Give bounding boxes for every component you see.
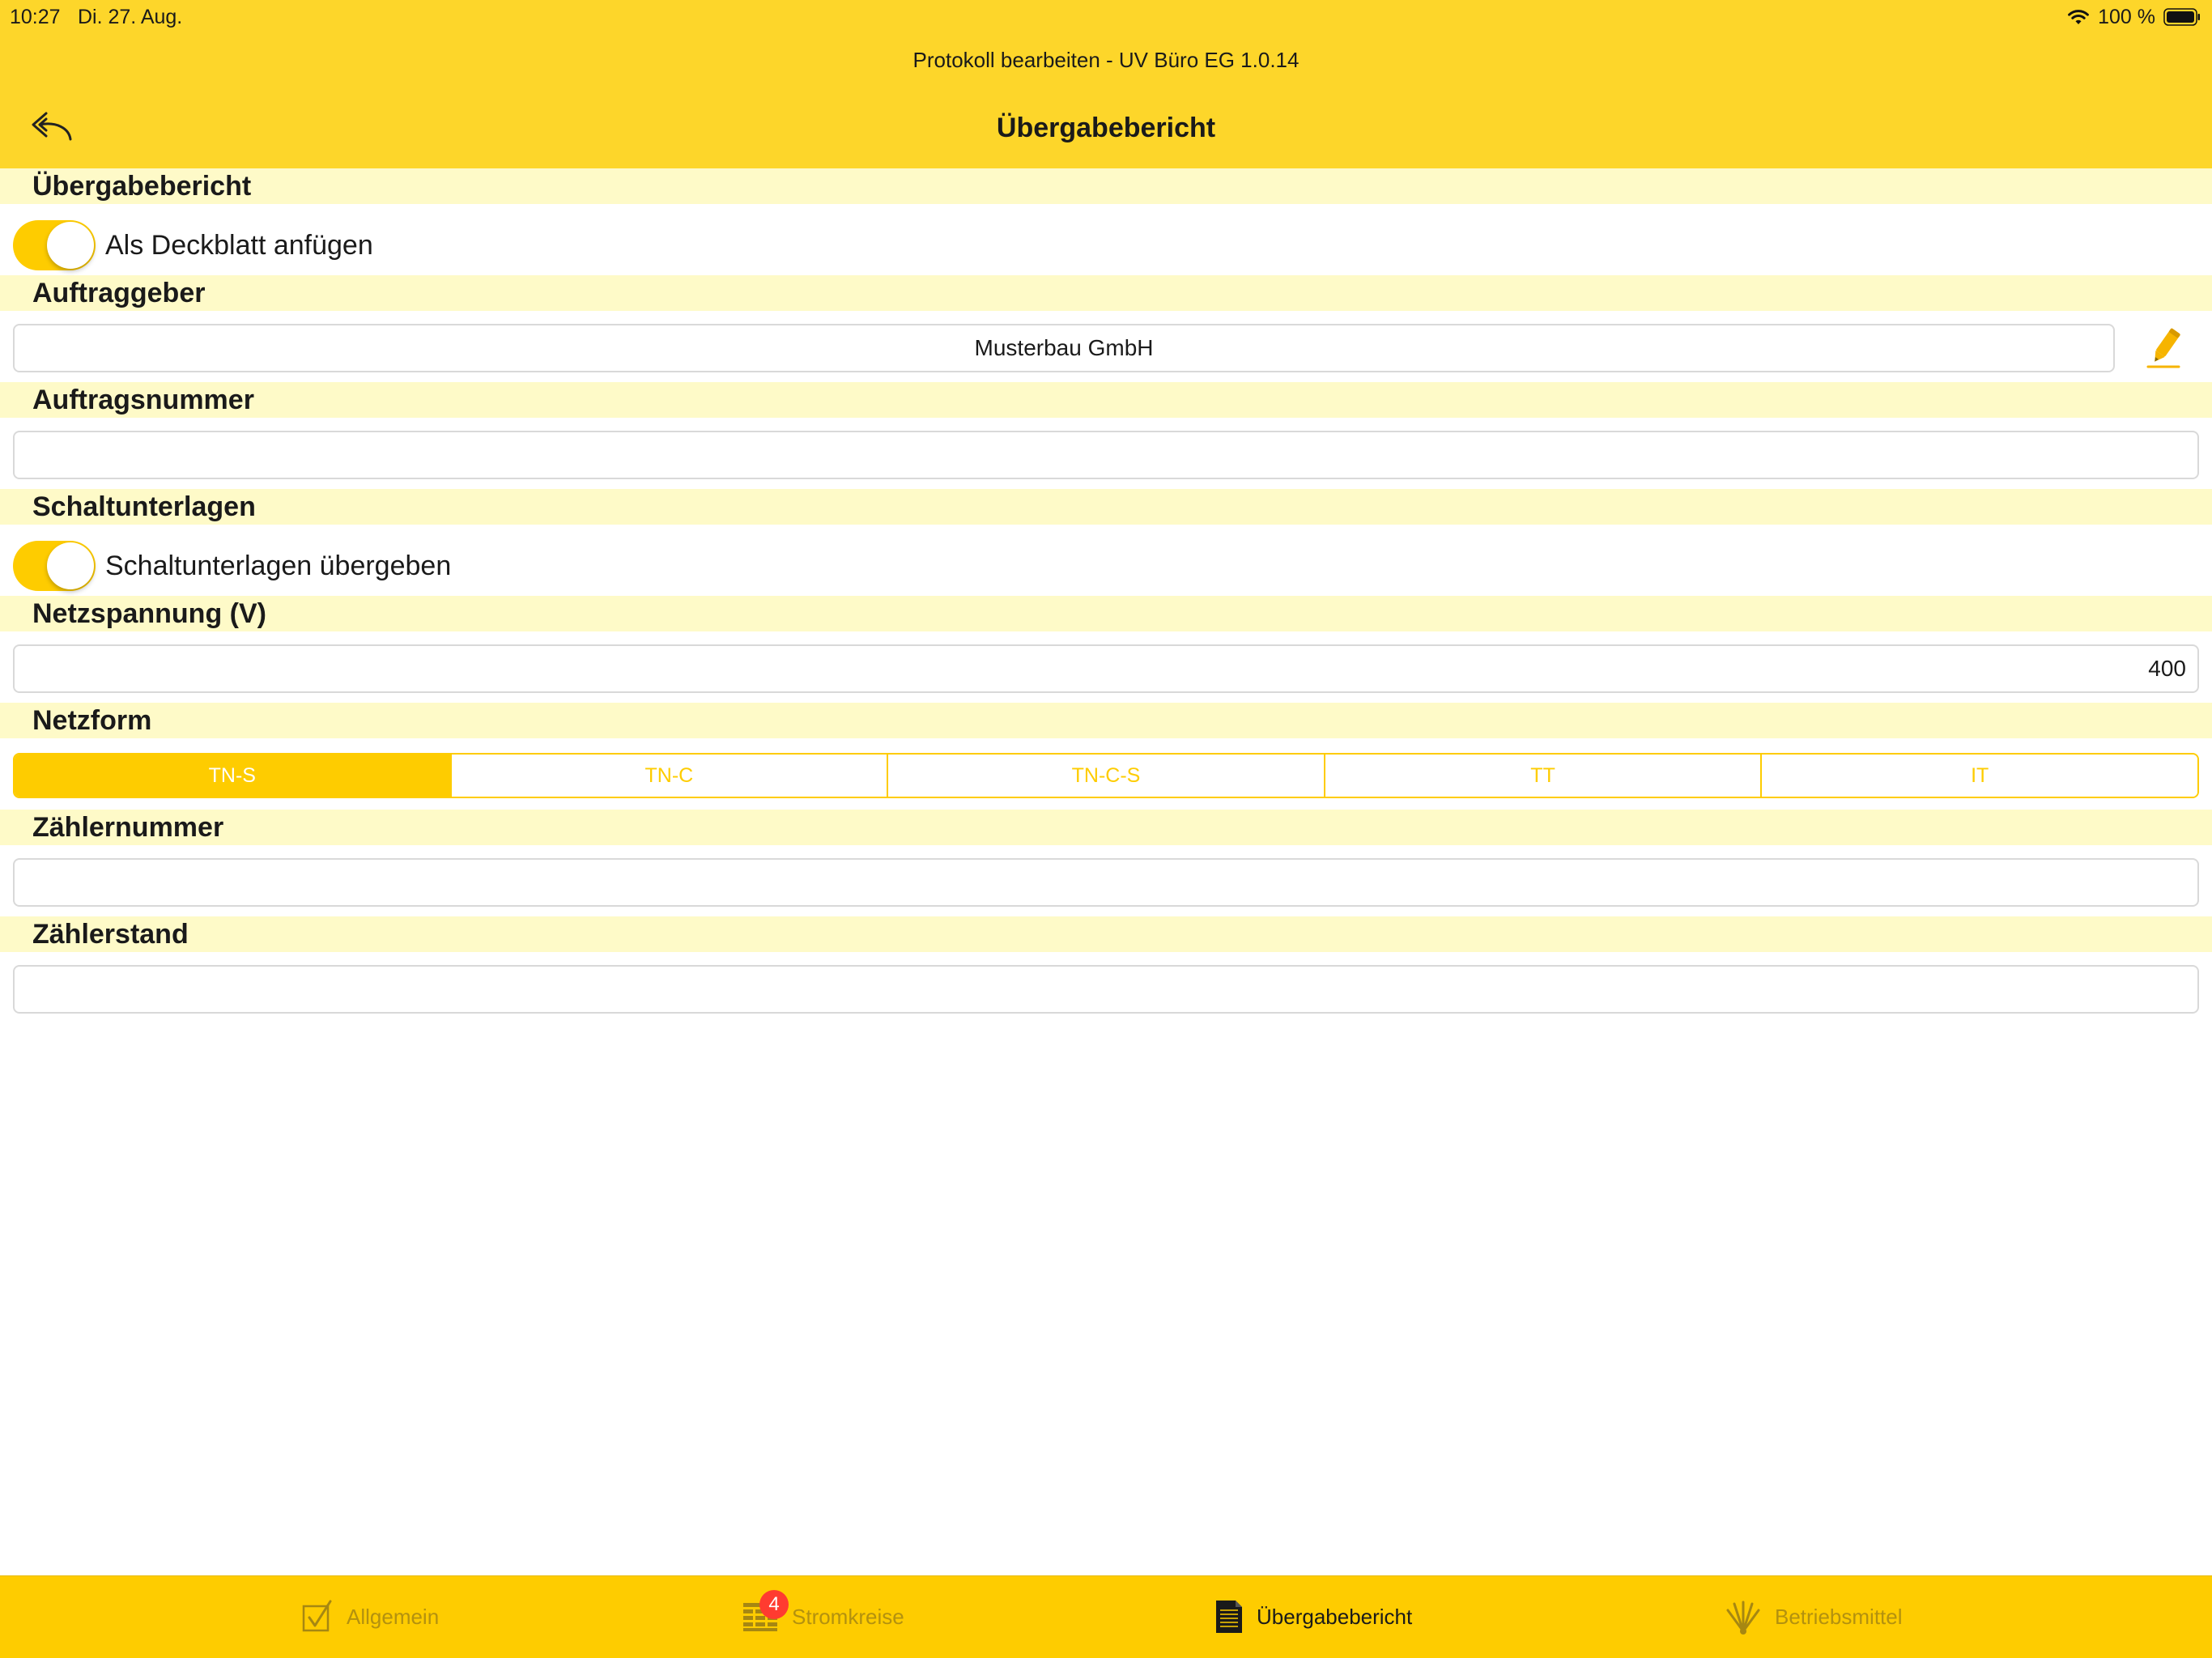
battery-icon <box>2163 8 2201 26</box>
section-header-schaltunterlagen: Schaltunterlagen <box>0 489 2212 525</box>
status-indicators: 100 % <box>2067 3 2201 31</box>
row-auftraggeber <box>0 311 2212 382</box>
netzform-option-it[interactable]: IT <box>1760 755 2197 797</box>
tab-label: Betriebsmittel <box>1775 1604 1903 1629</box>
edit-auftraggeber-button[interactable] <box>2138 322 2194 374</box>
tab-betriebsmittel[interactable]: Betriebsmittel <box>1725 1576 1903 1657</box>
auftraggeber-field[interactable] <box>13 324 2115 372</box>
netzform-option-tn-s[interactable]: TN-S <box>15 755 450 797</box>
netzform-option-tn-c-s[interactable]: TN-C-S <box>887 755 1324 797</box>
stromkreise-badge: 4 <box>759 1590 789 1619</box>
status-time: 10:27 <box>10 6 61 28</box>
netzspannung-field[interactable] <box>13 644 2199 693</box>
netzform-option-tt[interactable]: TT <box>1323 755 1761 797</box>
section-header-uebergabebericht: Übergabebericht <box>0 168 2212 204</box>
nav-title: Übergabebericht <box>996 113 1216 143</box>
document-icon <box>1214 1599 1244 1635</box>
section-header-netzform: Netzform <box>0 703 2212 738</box>
tab-bar: Allgemein 4 Stromkreise Übergabebericht … <box>0 1575 2212 1658</box>
row-schaltunterlagen: Schaltunterlagen übergeben <box>0 525 2212 596</box>
status-date: Di. 27. Aug. <box>78 6 183 28</box>
battery-percentage: 100 % <box>2098 5 2155 28</box>
zaehlerstand-field[interactable] <box>13 965 2199 1014</box>
tab-label: Allgemein <box>347 1604 440 1629</box>
schaltunterlagen-toggle[interactable] <box>13 541 96 591</box>
deckblatt-toggle-label: Als Deckblatt anfügen <box>105 230 373 261</box>
tools-icon <box>1725 1599 1762 1635</box>
toggle-knob <box>47 222 94 269</box>
wifi-icon <box>2067 8 2090 26</box>
schaltunterlagen-toggle-label: Schaltunterlagen übergeben <box>105 551 452 581</box>
section-header-auftragsnummer: Auftragsnummer <box>0 382 2212 418</box>
row-auftragsnummer <box>0 418 2212 489</box>
row-netzform: TN-S TN-C TN-C-S TT IT <box>0 738 2212 810</box>
tab-label: Stromkreise <box>792 1604 904 1629</box>
deckblatt-toggle[interactable] <box>13 220 96 270</box>
grid-icon: 4 <box>743 1590 789 1632</box>
section-header-auftraggeber: Auftraggeber <box>0 275 2212 311</box>
netzform-segmented-control: TN-S TN-C TN-C-S TT IT <box>13 753 2199 798</box>
toggle-knob <box>47 542 94 589</box>
netzform-option-tn-c[interactable]: TN-C <box>449 755 887 797</box>
section-header-zaehlernummer: Zählernummer <box>0 810 2212 845</box>
row-zaehlerstand <box>0 952 2212 1023</box>
row-zaehlernummer <box>0 845 2212 916</box>
top-bar: 10:27 Di. 27. Aug. 100 % Protokoll bearb… <box>0 0 2212 168</box>
auftragsnummer-field[interactable] <box>13 431 2199 479</box>
form-content: Übergabebericht Als Deckblatt anfügen Au… <box>0 168 2212 1023</box>
section-header-netzspannung: Netzspannung (V) <box>0 596 2212 631</box>
window-title: Protokoll bearbeiten - UV Büro EG 1.0.14 <box>912 48 1300 72</box>
row-netzspannung <box>0 631 2212 703</box>
section-header-zaehlerstand: Zählerstand <box>0 916 2212 952</box>
zaehlernummer-field[interactable] <box>13 858 2199 907</box>
tab-stromkreise[interactable]: 4 Stromkreise <box>743 1576 904 1657</box>
pencil-icon <box>2146 325 2185 372</box>
tab-allgemein[interactable]: Allgemein <box>301 1576 439 1657</box>
row-deckblatt: Als Deckblatt anfügen <box>0 204 2212 275</box>
checkbox-icon <box>301 1600 334 1634</box>
tab-label: Übergabebericht <box>1257 1604 1413 1629</box>
tab-uebergabebericht[interactable]: Übergabebericht <box>1214 1576 1412 1657</box>
